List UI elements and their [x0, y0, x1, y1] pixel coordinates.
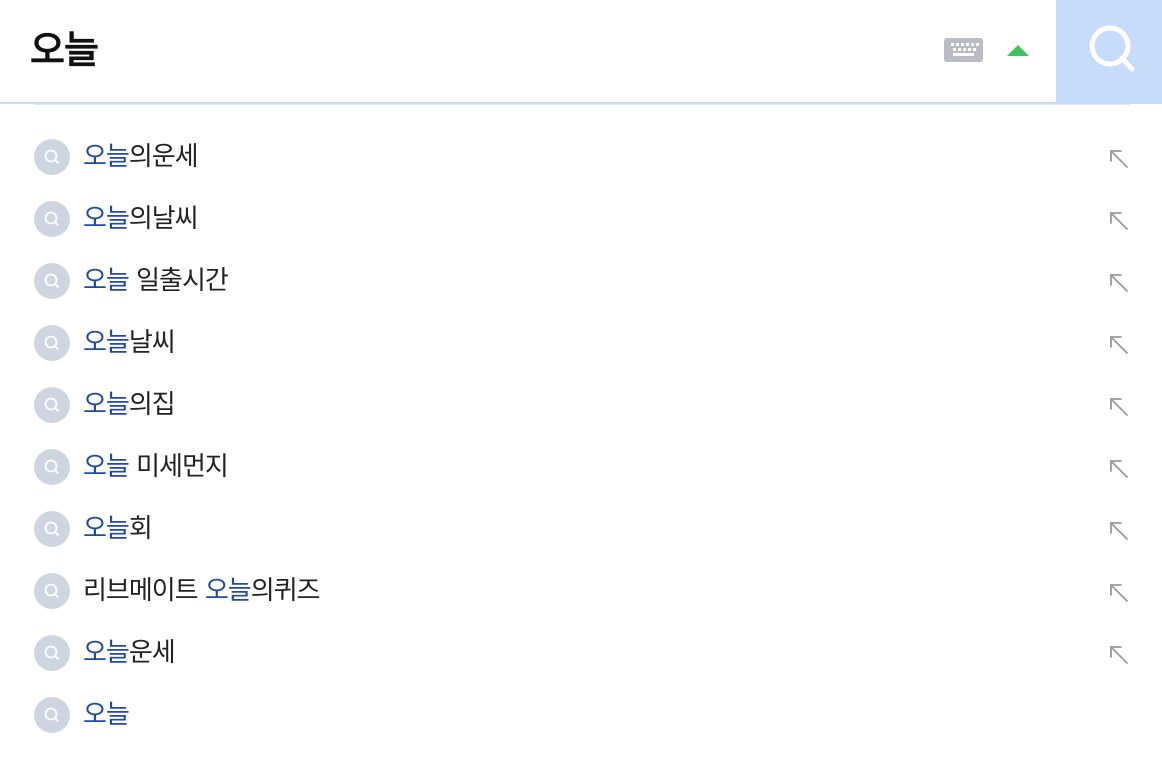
suggestion-item[interactable]: 오늘 미세먼지 — [0, 436, 1162, 498]
suggestion-suffix: 날씨 — [128, 328, 176, 358]
fill-query-arrow-icon[interactable] — [1106, 580, 1132, 606]
suggestion-match: 오늘 — [83, 328, 130, 358]
suggestion-label: 오늘의집 — [83, 388, 176, 422]
suggestion-suffix: 의퀴즈 — [250, 576, 321, 606]
search-icon — [34, 139, 70, 175]
suggestion-suffix: 미세먼지 — [128, 452, 229, 482]
fill-query-arrow-icon[interactable] — [1106, 456, 1132, 482]
fill-query-arrow-icon[interactable] — [1106, 332, 1132, 358]
search-icon — [34, 263, 70, 299]
suggestion-match: 오늘 — [83, 638, 130, 668]
suggestion-match: 오늘 — [83, 204, 130, 234]
suggestion-item[interactable]: 오늘 일출시간 — [0, 250, 1162, 312]
search-icon — [34, 387, 70, 423]
search-icon — [34, 635, 70, 671]
fill-query-arrow-icon[interactable] — [1106, 394, 1132, 420]
suggestion-list: 오늘의운세 오늘의날씨 오늘 일출시간 오늘날씨 오늘의집 오늘 미세먼지 오늘회 리브메이트… — [0, 126, 1162, 746]
suggestion-label: 오늘운세 — [83, 636, 176, 670]
suggestion-item[interactable]: 오늘운세 — [0, 622, 1162, 684]
fill-query-arrow-icon[interactable] — [1106, 208, 1132, 234]
suggestion-label: 오늘 — [83, 698, 130, 732]
suggestion-label: 오늘 일출시간 — [83, 264, 229, 298]
header-divider — [34, 104, 1130, 105]
suggestion-match: 오늘 — [83, 700, 130, 730]
search-header: 오늘 — [0, 0, 1162, 104]
fill-query-arrow-icon[interactable] — [1106, 518, 1132, 544]
fill-query-arrow-icon[interactable] — [1106, 146, 1132, 172]
suggestion-match: 오늘 — [83, 266, 130, 296]
suggestion-match: 오늘 — [83, 390, 130, 420]
search-icon — [34, 697, 70, 733]
suggestion-item[interactable]: 오늘의날씨 — [0, 188, 1162, 250]
suggestion-label: 오늘의날씨 — [83, 202, 199, 236]
suggestion-item[interactable]: 리브메이트 오늘의퀴즈 — [0, 560, 1162, 622]
fill-query-arrow-icon[interactable] — [1106, 270, 1132, 296]
search-icon — [1089, 25, 1135, 72]
suggestion-item[interactable]: 오늘날씨 — [0, 312, 1162, 374]
suggestion-label: 오늘 미세먼지 — [83, 450, 229, 484]
suggestion-item[interactable]: 오늘의운세 — [0, 126, 1162, 188]
suggestion-item[interactable]: 오늘 — [0, 684, 1162, 746]
fill-query-arrow-icon[interactable] — [1106, 642, 1132, 668]
suggestion-label: 오늘회 — [83, 512, 153, 546]
suggestion-suffix: 회 — [128, 514, 153, 544]
caret-up-icon[interactable] — [1004, 40, 1032, 62]
search-input[interactable]: 오늘 — [30, 24, 99, 76]
suggestion-match: 오늘 — [83, 142, 130, 172]
suggestion-suffix: 일출시간 — [128, 266, 229, 296]
suggestion-label: 리브메이트 오늘의퀴즈 — [83, 574, 321, 608]
suggestion-label: 오늘날씨 — [83, 326, 176, 360]
suggestion-suffix: 의집 — [128, 390, 176, 420]
suggestion-prefix: 리브메이트 — [83, 576, 205, 606]
search-icon — [34, 573, 70, 609]
suggestion-item[interactable]: 오늘회 — [0, 498, 1162, 560]
suggestion-suffix: 의운세 — [128, 142, 199, 172]
keyboard-icon[interactable] — [944, 38, 983, 62]
search-icon — [34, 325, 70, 361]
suggestion-match: 오늘 — [204, 576, 252, 606]
suggestion-item[interactable]: 오늘의집 — [0, 374, 1162, 436]
suggestion-suffix: 운세 — [128, 638, 176, 668]
suggestion-match: 오늘 — [83, 514, 130, 544]
suggestion-suffix: 의날씨 — [128, 204, 199, 234]
suggestion-match: 오늘 — [83, 452, 130, 482]
search-button[interactable] — [1056, 0, 1162, 104]
search-icon — [34, 511, 70, 547]
search-icon — [34, 201, 70, 237]
search-icon — [34, 449, 70, 485]
suggestion-label: 오늘의운세 — [83, 140, 199, 174]
